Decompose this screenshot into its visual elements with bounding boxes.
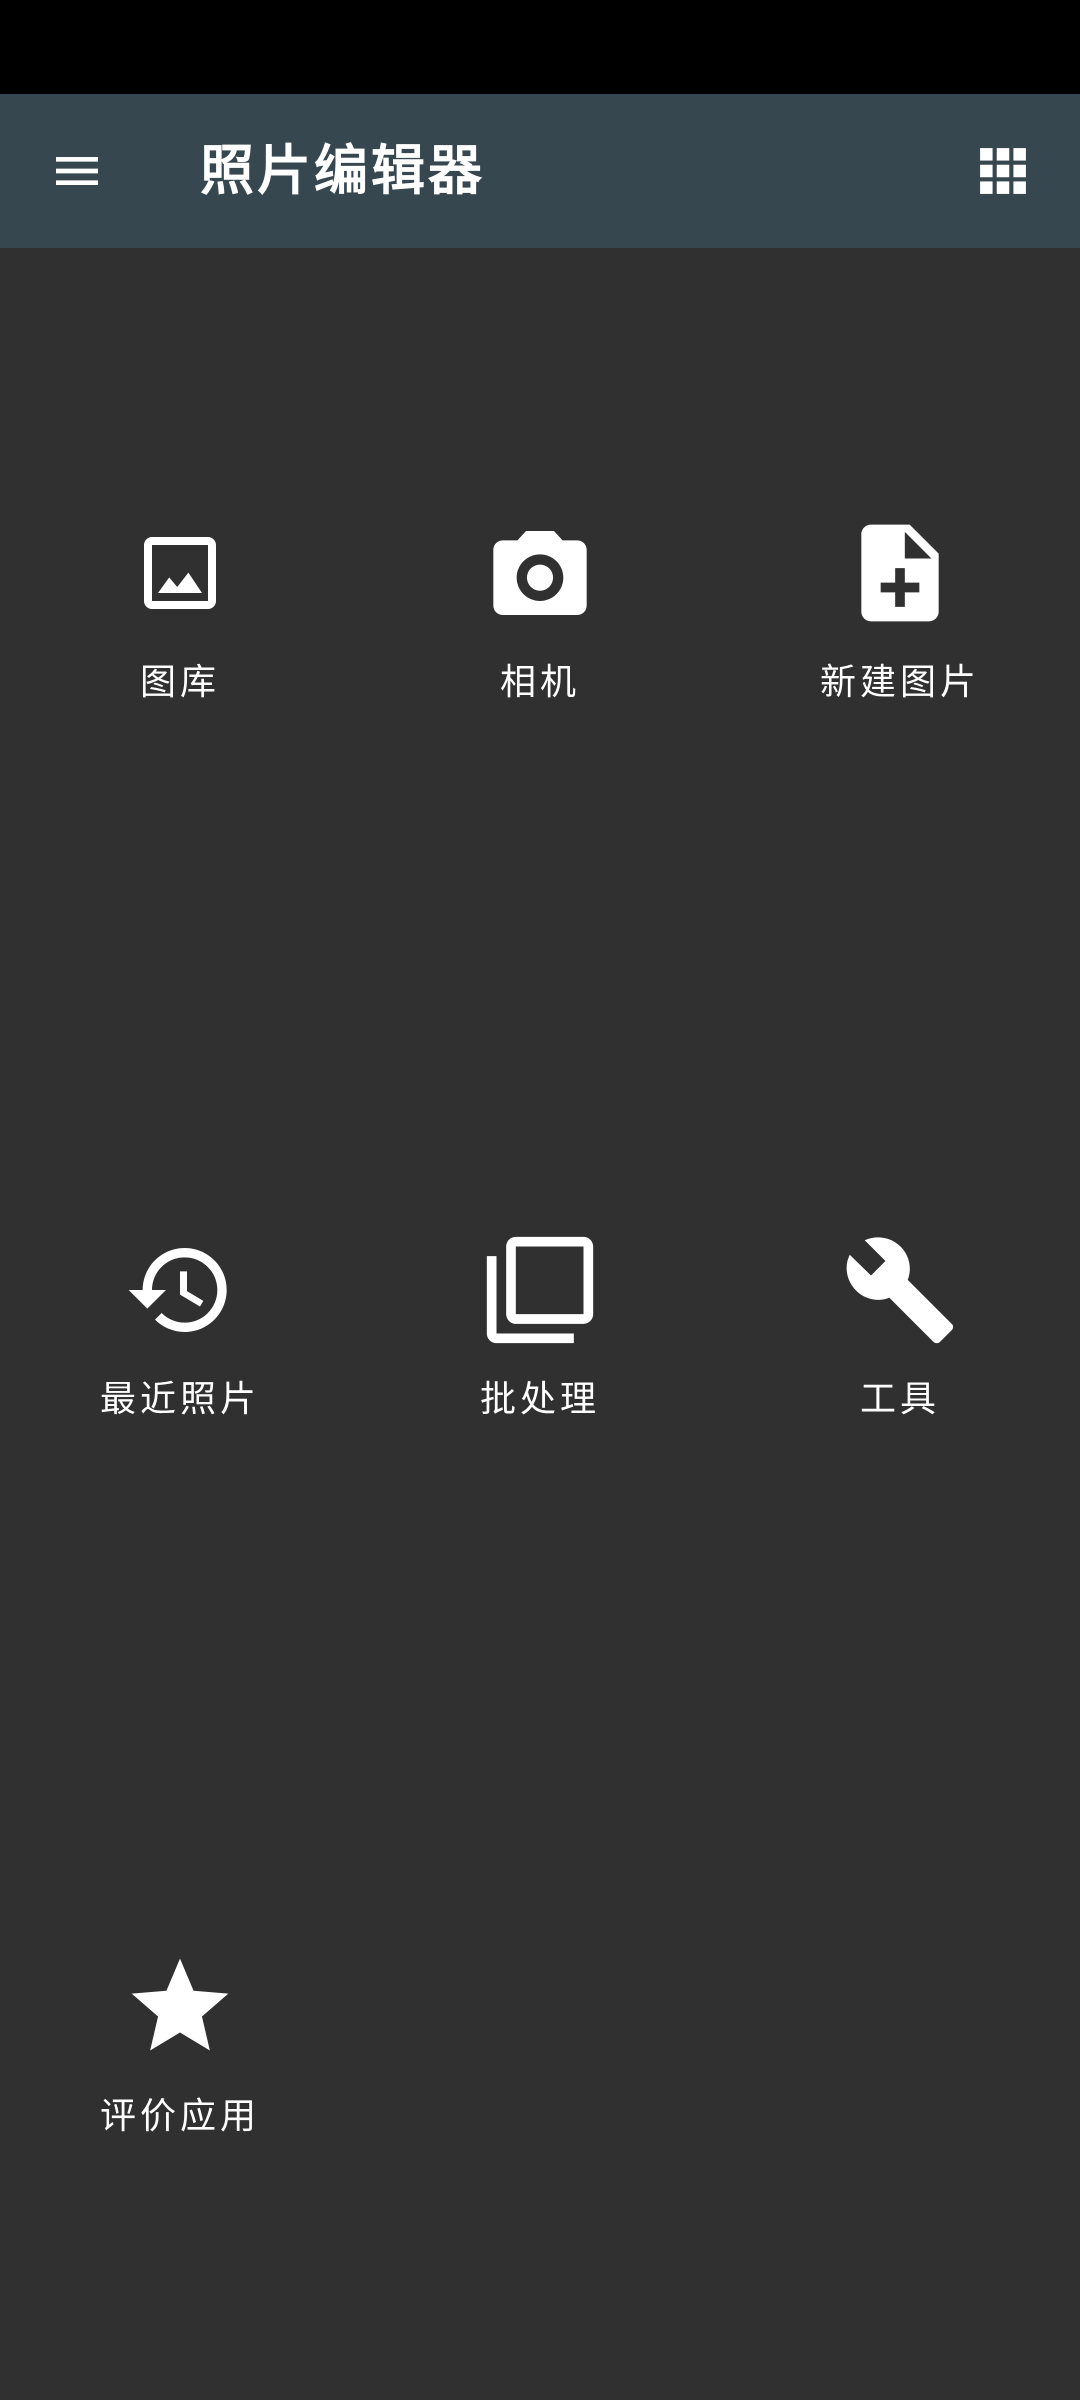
wrench-icon <box>846 1237 954 1344</box>
filter-none-icon <box>486 1236 594 1344</box>
batch-processing-label: 批处理 <box>479 1379 600 1420</box>
apps-button[interactable] <box>966 134 1040 208</box>
camera-label: 相机 <box>499 662 580 703</box>
recent-photos-label: 最近照片 <box>99 1379 260 1420</box>
app-title: 照片编辑器 <box>200 139 485 202</box>
rate-app-label: 评价应用 <box>99 2096 260 2137</box>
new-image-button[interactable]: 新建图片 <box>750 513 1050 733</box>
note-add-icon <box>861 524 939 622</box>
tools-label: 工具 <box>859 1379 940 1420</box>
rate-app-button[interactable]: 评价应用 <box>30 1947 330 2167</box>
new-image-label: 新建图片 <box>819 662 980 703</box>
menu-button[interactable] <box>40 134 114 208</box>
apps-grid-icon <box>980 148 1026 194</box>
gallery-label: 图库 <box>139 662 220 703</box>
tools-button[interactable]: 工具 <box>750 1230 1050 1450</box>
image-icon <box>144 537 216 609</box>
app-bar: 照片编辑器 <box>0 94 1080 248</box>
history-icon <box>128 1248 227 1332</box>
camera-button[interactable]: 相机 <box>390 513 690 733</box>
menu-icon <box>56 157 98 185</box>
batch-processing-button[interactable]: 批处理 <box>390 1230 690 1450</box>
recent-photos-button[interactable]: 最近照片 <box>30 1230 330 1450</box>
camera-icon <box>493 531 587 615</box>
gallery-button[interactable]: 图库 <box>30 513 330 733</box>
star-icon <box>131 1958 229 2051</box>
status-bar <box>0 0 1080 94</box>
